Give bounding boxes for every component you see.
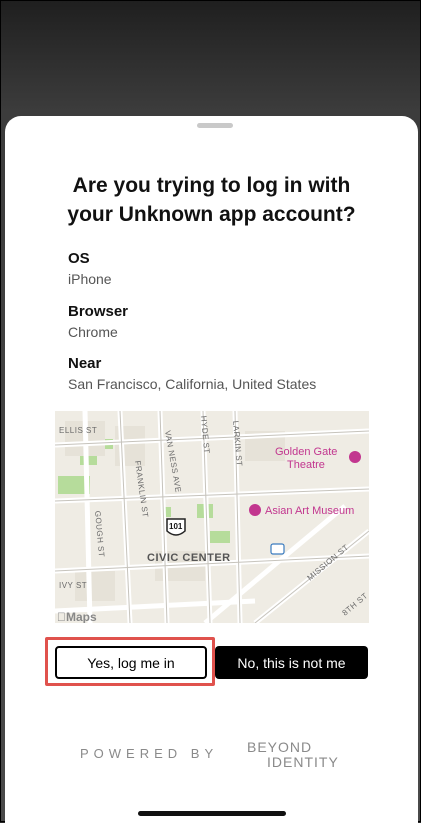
prompt-title: Are you trying to log in with your Unkno… [25,171,398,229]
detail-location: Near San Francisco, California, United S… [68,354,316,394]
location-map[interactable]: ELLIS ST VAN NESS AVE FRANKLIN ST GOUGH … [55,411,369,623]
maps-watermark:  [57,610,66,623]
home-indicator[interactable] [138,811,286,816]
brand-logo: BEYOND IDENTITY [247,740,339,770]
street-label: ELLIS ST [59,426,97,435]
theatre-pin-icon [349,451,361,463]
poi-asian-art-museum[interactable]: Asian Art Museum [249,504,354,517]
detail-value: iPhone [68,271,112,287]
confirm-login-button[interactable]: Yes, log me in [55,646,207,679]
detail-label: Near [68,355,102,372]
brand-line2: IDENTITY [267,754,339,770]
map-canvas: ELLIS ST VAN NESS AVE FRANKLIN ST GOUGH … [55,411,369,623]
detail-value: Chrome [68,324,118,340]
powered-by-label: POWERED BY [80,746,219,761]
detail-label: OS [68,250,90,267]
detail-os: OS iPhone [68,249,112,289]
prompt-title-line2: your Unknown app account? [67,203,356,226]
detail-browser: Browser Chrome [68,302,128,342]
svg-text:Theatre: Theatre [287,459,325,471]
highway-shield-icon: 101 [166,518,186,536]
svg-text:Asian Art Museum: Asian Art Museum [265,505,354,517]
museum-pin-icon [249,504,261,516]
street-label: IVY ST [59,581,87,590]
bottom-sheet: Are you trying to log in with your Unkno… [5,116,418,823]
deny-login-button[interactable]: No, this is not me [215,646,368,679]
svg-text:101: 101 [169,522,183,531]
sheet-grabber-handle[interactable] [197,123,233,128]
brand-line1: BEYOND [247,739,313,755]
transit-icon [270,543,285,555]
maps-provider-label: Maps [66,610,97,623]
svg-text:Golden Gate: Golden Gate [275,446,337,458]
prompt-title-line1: Are you trying to log in with [72,174,351,197]
phone-screen: Are you trying to log in with your Unkno… [0,0,421,823]
detail-value: San Francisco, California, United States [68,376,317,392]
district-label: CIVIC CENTER [147,552,231,564]
detail-label: Browser [68,303,129,320]
